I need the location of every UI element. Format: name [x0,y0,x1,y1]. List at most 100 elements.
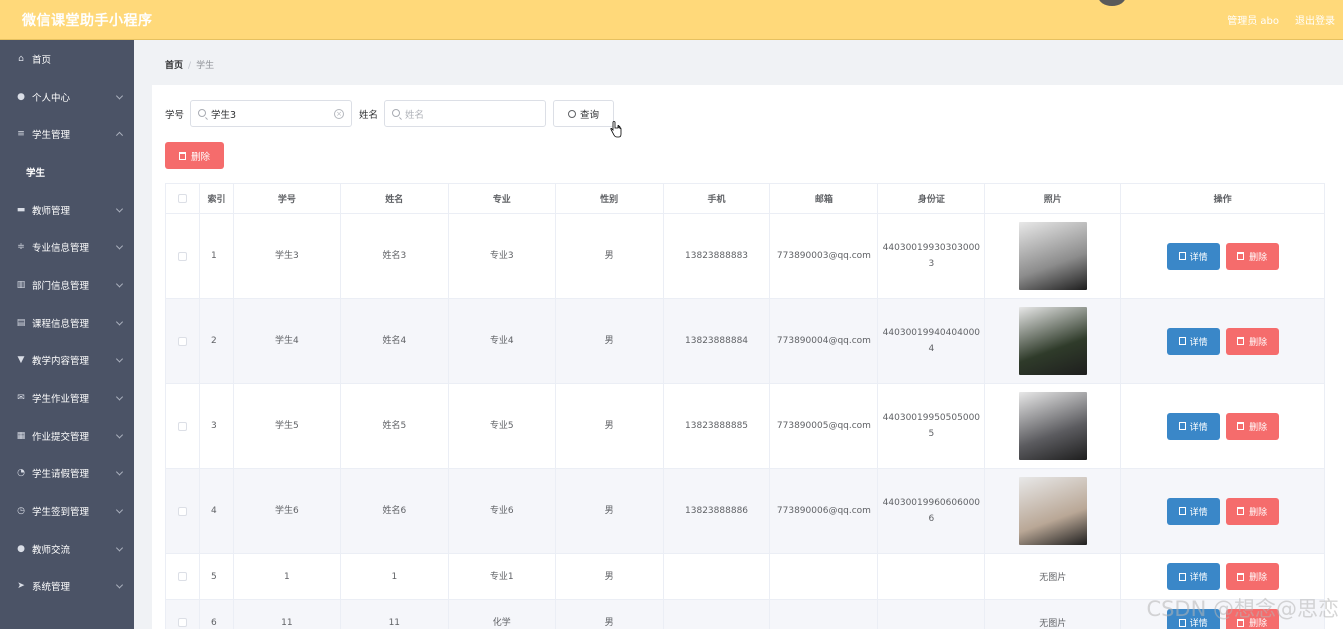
name-cell: 姓名5 [341,384,449,468]
content-panel: 学号 学生3 × 姓名 姓名 查询 删除 索引 学号 姓名 专业 性别 手机 邮箱 身份证 照片… [152,85,1343,629]
xuehao-input[interactable]: 学生3 × [190,100,353,127]
sidebar-item[interactable]: ◔ 学生请假管理 [0,455,134,493]
index-cell-text: 5 [210,571,217,582]
clear-icon[interactable]: × [334,109,345,119]
detail-button-label: 详情 [1189,337,1208,348]
sidebar-item[interactable]: ⌂ 首页 [0,40,134,78]
sidebar-item-label: 学生签到管理 [32,507,90,519]
email-cell-text: 773890006@qq.com [776,506,871,516]
hand-cursor-icon [610,121,622,138]
delete-button[interactable]: 删除 [1225,327,1279,355]
sidebar-item[interactable]: ➤ 系统管理 [0,568,134,606]
xingming-label: 姓名 [359,109,379,121]
sidebar-item[interactable]: ▬ 教师管理 [0,191,134,229]
gender-cell-text: 男 [604,571,614,582]
sidebar-item[interactable]: ✉ 学生作业管理 [0,379,134,417]
xuehao-cell-text: 学生6 [275,506,299,516]
xuehao-cell-text: 学生4 [275,336,299,346]
phone-cell: 13823888885 [664,384,771,468]
gender-cell-text: 男 [604,421,614,431]
detail-button[interactable]: 详情 [1166,327,1220,355]
xuehao-input-value: 学生3 [211,109,237,121]
sidebar-item-label: 教学内容管理 [32,356,90,368]
delete-button-label: 删除 [1249,422,1268,433]
gender-cell: 男 [556,214,664,298]
photo-cell [985,384,1122,468]
header-actions: 管理员 abo 退出登录 [1227,12,1335,27]
index-cell: 1 [200,214,234,298]
query-button[interactable]: 查询 [553,100,615,127]
sidebar-item[interactable]: ▤ 课程信息管理 [0,304,134,342]
sidebar-item[interactable]: ≑ 专业信息管理 [0,228,134,266]
delete-button[interactable]: 删除 [1225,412,1279,440]
sidebar-item[interactable]: ▼ 教学内容管理 [0,342,134,380]
name-cell: 姓名4 [341,299,449,383]
sidebar-item-label: 学生管理 [32,130,71,142]
name-cell-text: 姓名5 [382,421,407,431]
id-card-cell-text: 440300199303030003 [882,243,981,269]
delete-button-label: 删除 [1249,337,1268,348]
user-icon: ● [17,91,25,102]
index-cell: 3 [200,384,234,468]
sidebar-item-label: 课程信息管理 [32,318,90,330]
sidebar-item-label: 首页 [32,54,52,66]
xingming-input[interactable]: 姓名 [384,100,547,127]
gender-cell: 男 [556,600,664,629]
delete-button[interactable]: 删除 [1225,563,1279,590]
detail-button-label: 详情 [1189,573,1208,583]
sidebar: ⌂ 首页 ● 个人中心 ≡ 学生管理 学生 ▬ 教师管理 ≑ 专业信息管理 ▥ 部门信息管理 ▤ 课程信息管… [0,40,134,629]
delete-button[interactable]: 删除 [1225,242,1279,270]
xuehao-cell-text: 1 [284,571,290,582]
sidebar-item[interactable]: 学生 [0,153,134,191]
row-actions: 详情 删除 [1166,497,1279,525]
email-cell [770,600,879,629]
row-checkbox[interactable] [177,618,187,627]
chevron-up-icon [115,131,124,140]
detail-button[interactable]: 详情 [1166,563,1220,590]
chevron-down-icon [115,280,124,288]
send-icon: ➤ [17,581,25,592]
detail-button[interactable]: 详情 [1166,242,1220,270]
table-row: 3 学生5 姓名5 专业5 男 13823888885 773890005@qq.com 44… [166,384,1325,469]
briefcase-icon: ▬ [16,204,26,215]
xuehao-cell-text: 11 [281,617,293,628]
sidebar-item[interactable]: ◷ 学生签到管理 [0,492,134,530]
sidebar-item-label: 学生请假管理 [32,469,90,481]
index-cell-text: 2 [210,336,217,346]
detail-button-label: 详情 [1189,507,1208,518]
email-cell-text: 773890005@qq.com [776,421,871,431]
row-checkbox[interactable] [177,506,187,516]
sidebar-item-label: 作业提交管理 [32,431,90,443]
sidebar-item[interactable]: ● 个人中心 [0,78,134,116]
index-cell-text: 6 [210,617,217,628]
sidebar-item[interactable]: ▦ 作业提交管理 [0,417,134,455]
breadcrumb-home[interactable]: 首页 [165,61,183,71]
row-checkbox[interactable] [177,251,187,261]
name-cell: 1 [341,554,449,599]
detail-button[interactable]: 详情 [1166,497,1220,525]
trash-icon [1237,422,1245,430]
logout-link[interactable]: 退出登录 [1295,12,1335,27]
sidebar-item[interactable]: ▥ 部门信息管理 [0,266,134,304]
detail-button[interactable]: 详情 [1166,412,1220,440]
name-cell-text: 姓名4 [382,336,407,346]
select-all-checkbox[interactable] [177,194,187,203]
sidebar-item-label: 学生作业管理 [32,394,90,406]
index-cell-text: 1 [210,251,217,261]
row-checkbox[interactable] [177,336,187,346]
delete-button-label: 删除 [1249,252,1268,263]
sidebar-item[interactable]: ● 教师交流 [0,530,134,568]
id-card-cell-text: 440300199404040004 [882,328,981,354]
row-actions: 详情 删除 [1166,327,1279,355]
detail-button-label: 详情 [1189,252,1208,263]
photo-cell: 无图片 [985,554,1122,599]
admin-user-label[interactable]: 管理员 abo [1227,12,1279,27]
batch-delete-button[interactable]: 删除 [165,142,224,169]
delete-button[interactable]: 删除 [1225,497,1279,525]
chevron-down-icon [115,468,124,476]
sidebar-item-label: 教师交流 [32,544,71,556]
email-cell [770,554,879,599]
sidebar-item[interactable]: ≡ 学生管理 [0,115,134,153]
row-checkbox[interactable] [177,421,187,431]
row-checkbox[interactable] [177,572,187,581]
